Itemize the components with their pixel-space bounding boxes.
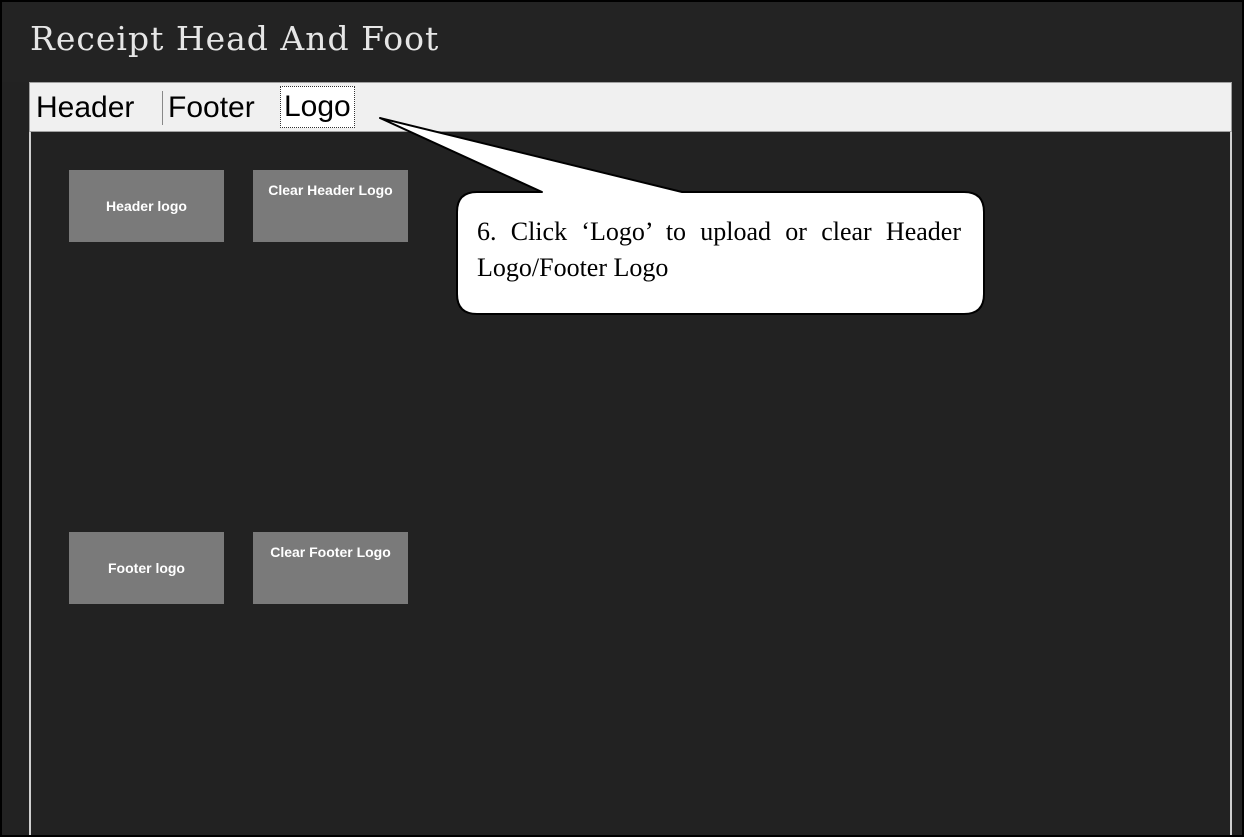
footer-logo-button[interactable]: Footer logo — [69, 532, 224, 604]
header-logo-button[interactable]: Header logo — [69, 170, 224, 242]
clear-footer-logo-button[interactable]: Clear Footer Logo — [253, 532, 408, 604]
tab-logo[interactable]: Logo — [280, 86, 355, 128]
annotation-callout-text: 6. Click ‘Logo’ to upload or clear Heade… — [477, 217, 961, 282]
clear-header-logo-button[interactable]: Clear Header Logo — [253, 170, 408, 242]
window-title: Receipt Head And Foot — [30, 19, 440, 58]
tab-header[interactable]: Header — [36, 87, 134, 129]
tab-divider — [162, 91, 163, 125]
tab-strip: Header Footer Logo — [29, 82, 1232, 132]
receipt-head-foot-window: Receipt Head And Foot Header Footer Logo… — [0, 0, 1244, 837]
tab-footer[interactable]: Footer — [168, 87, 255, 129]
title-bar: Receipt Head And Foot — [2, 2, 1242, 82]
